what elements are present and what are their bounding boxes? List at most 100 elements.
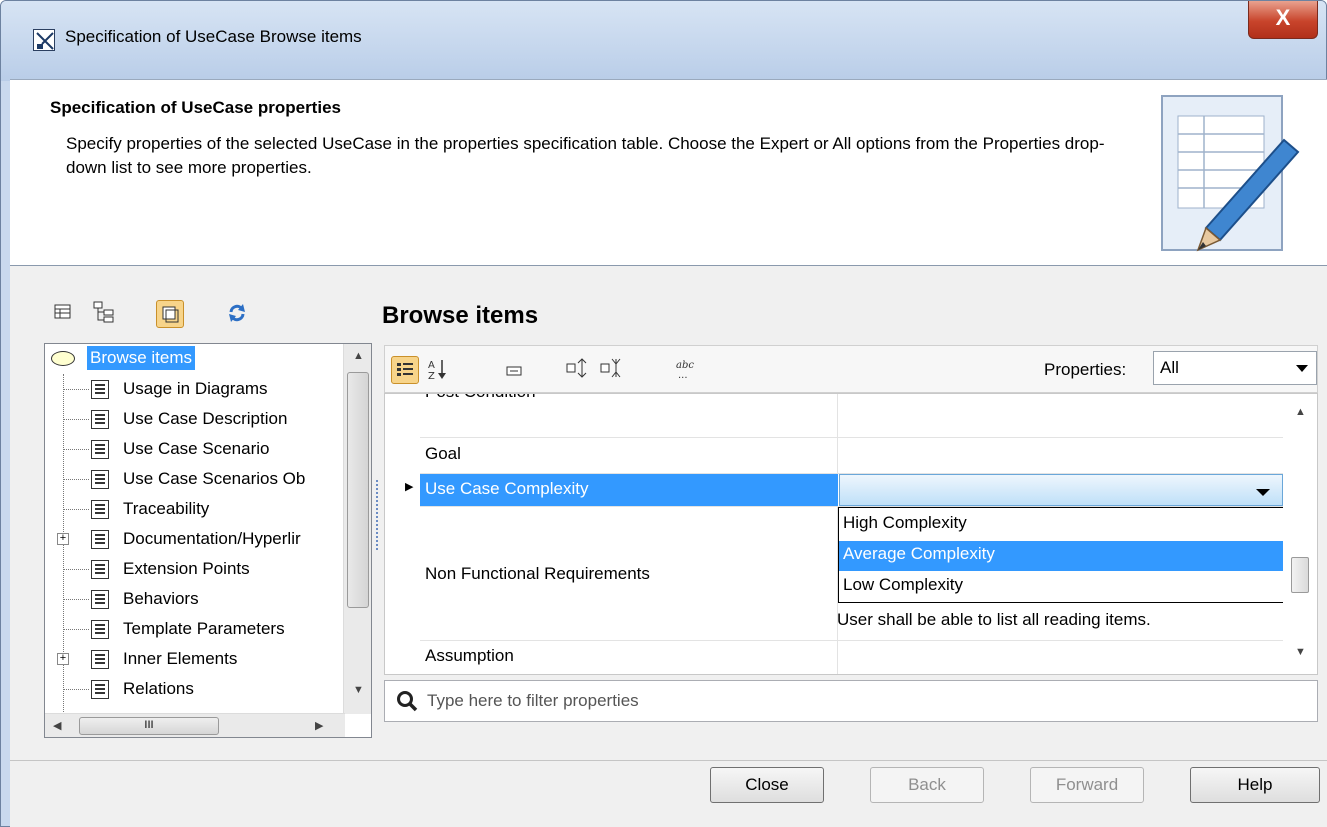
tree-hscroll-thumb[interactable]: III (79, 717, 219, 735)
page-icon (91, 500, 109, 519)
window-toggle-icon[interactable] (156, 300, 184, 328)
close-button[interactable]: Close (710, 767, 824, 803)
properties-select[interactable]: All (1153, 351, 1317, 385)
chevron-down-icon (1296, 365, 1308, 372)
tree-connector (63, 389, 89, 390)
tree-connector (63, 479, 89, 480)
property-name-goal[interactable]: Goal (425, 444, 461, 464)
tree-connector (63, 599, 89, 600)
forward-button[interactable]: Forward (1030, 767, 1144, 803)
svg-text:Z: Z (428, 371, 435, 382)
scroll-left-arrow[interactable]: ◀ (53, 719, 61, 732)
tree-item-label: Relations (123, 679, 194, 698)
tree-connector (63, 569, 89, 570)
scroll-down-arrow[interactable]: ▼ (1295, 646, 1306, 658)
property-name-assumption[interactable]: Assumption (425, 646, 514, 666)
properties-label: Properties: (1044, 360, 1127, 379)
row-pointer-icon: ▶ (405, 481, 414, 493)
sort-alpha-icon[interactable]: AZ (425, 356, 453, 384)
page-icon (91, 590, 109, 609)
document-pencil-icon (1156, 90, 1306, 263)
tree-item[interactable]: Use Case Scenarios Ob (45, 464, 345, 494)
property-name-complexity[interactable]: Use Case Complexity (425, 479, 588, 499)
grid-scroll-thumb[interactable] (1291, 557, 1309, 593)
grid-row-divider (420, 640, 1284, 641)
search-icon (395, 689, 419, 718)
page-icon (91, 470, 109, 489)
tree-item[interactable]: Template Parameters (45, 614, 345, 644)
property-value-nfr[interactable]: User shall be able to list all reading i… (837, 610, 1151, 630)
expand-icon[interactable]: + (57, 653, 69, 665)
pane-splitter[interactable] (376, 480, 380, 550)
panel-title: Browse items (382, 302, 539, 329)
properties-select-value: All (1160, 358, 1179, 377)
refresh-icon[interactable] (224, 300, 252, 328)
app-icon (33, 29, 55, 51)
tree-vertical-scrollbar[interactable]: ▲ ▼ (343, 344, 371, 714)
help-button[interactable]: Help (1190, 767, 1320, 803)
expand-all-icon[interactable] (565, 356, 593, 384)
property-name-post-condition[interactable]: Post Condition (425, 394, 536, 402)
tree-item-label: Template Parameters (123, 619, 285, 638)
filter-box[interactable] (384, 680, 1318, 722)
complexity-combobox[interactable] (839, 474, 1283, 506)
tree-item-label: Use Case Scenario (123, 439, 270, 458)
tree-view-icon[interactable] (92, 300, 120, 328)
window-close-button[interactable]: X (1248, 1, 1318, 39)
dropdown-option[interactable]: Low Complexity (839, 572, 1283, 602)
dropdown-option[interactable]: Average Complexity (839, 541, 1283, 571)
tree-item[interactable]: Use Case Description (45, 404, 345, 434)
page-icon (91, 680, 109, 699)
scroll-down-arrow[interactable]: ▼ (353, 684, 364, 696)
back-button[interactable]: Back (870, 767, 984, 803)
tree-item-label: Extension Points (123, 559, 250, 578)
abc-icon[interactable]: abc... (673, 356, 701, 384)
collapse-all-icon[interactable] (599, 356, 627, 384)
tree-item[interactable]: Use Case Scenario (45, 434, 345, 464)
tree-horizontal-scrollbar[interactable]: ◀ III ▶ (45, 713, 345, 737)
collapse-icon[interactable] (501, 356, 529, 384)
tree-item[interactable]: + Inner Elements (45, 644, 345, 674)
tree-item-label: Traceability (123, 499, 210, 518)
grid-vertical-scrollbar[interactable]: ▲ ▼ (1283, 394, 1317, 674)
page-icon (91, 560, 109, 579)
tree-item[interactable]: Traceability (45, 494, 345, 524)
chevron-down-icon (1256, 489, 1270, 496)
scroll-up-arrow[interactable]: ▲ (1295, 406, 1306, 418)
tree-item-label: Inner Elements (123, 649, 238, 668)
tree-item[interactable]: Usage in Diagrams (45, 374, 345, 404)
header-description: Specify properties of the selected UseCa… (66, 134, 1105, 177)
usecase-icon (51, 351, 75, 366)
complexity-dropdown-list[interactable]: High Complexity Average Complexity Low Com… (838, 507, 1284, 603)
tree-item[interactable]: Extension Points (45, 554, 345, 584)
tree-scroll-thumb[interactable] (347, 372, 369, 608)
tree-item[interactable]: Behaviors (45, 584, 345, 614)
property-name-nfr[interactable]: Non Functional Requirements (425, 564, 650, 584)
property-grid[interactable]: Post Condition Goal ▶ Use Case Complexit… (384, 393, 1318, 675)
categorized-icon[interactable] (391, 356, 419, 384)
filter-input[interactable] (427, 687, 1287, 715)
tree-root-item[interactable]: Browse items (45, 344, 345, 374)
expand-icon[interactable]: + (57, 533, 69, 545)
page-icon (91, 440, 109, 459)
page-icon (91, 530, 109, 549)
header-title: Specification of UseCase properties (50, 98, 341, 117)
tree-item-label: Usage in Diagrams (123, 379, 268, 398)
dialog-header: Specification of UseCase properties Spec… (10, 79, 1327, 265)
dropdown-option[interactable]: High Complexity (839, 510, 1283, 540)
table-view-icon[interactable] (52, 300, 80, 328)
grid-row-divider (420, 437, 1284, 438)
svg-text:A: A (428, 360, 435, 371)
tree-connector (63, 689, 89, 690)
tree-connector (63, 419, 89, 420)
tree-item-label: Use Case Description (123, 409, 288, 428)
tree-item-label: Documentation/Hyperlir (123, 529, 301, 548)
specification-tree[interactable]: Browse items Usage in Diagrams Use Case D… (44, 343, 372, 738)
tree-item[interactable]: Relations (45, 674, 345, 704)
tree-item[interactable]: + Documentation/Hyperlir (45, 524, 345, 554)
tree-item-label: Behaviors (123, 589, 199, 608)
window-title: Specification of UseCase Browse items (65, 27, 362, 46)
page-icon (91, 620, 109, 639)
scroll-right-arrow[interactable]: ▶ (315, 719, 323, 732)
scroll-up-arrow[interactable]: ▲ (353, 350, 364, 362)
